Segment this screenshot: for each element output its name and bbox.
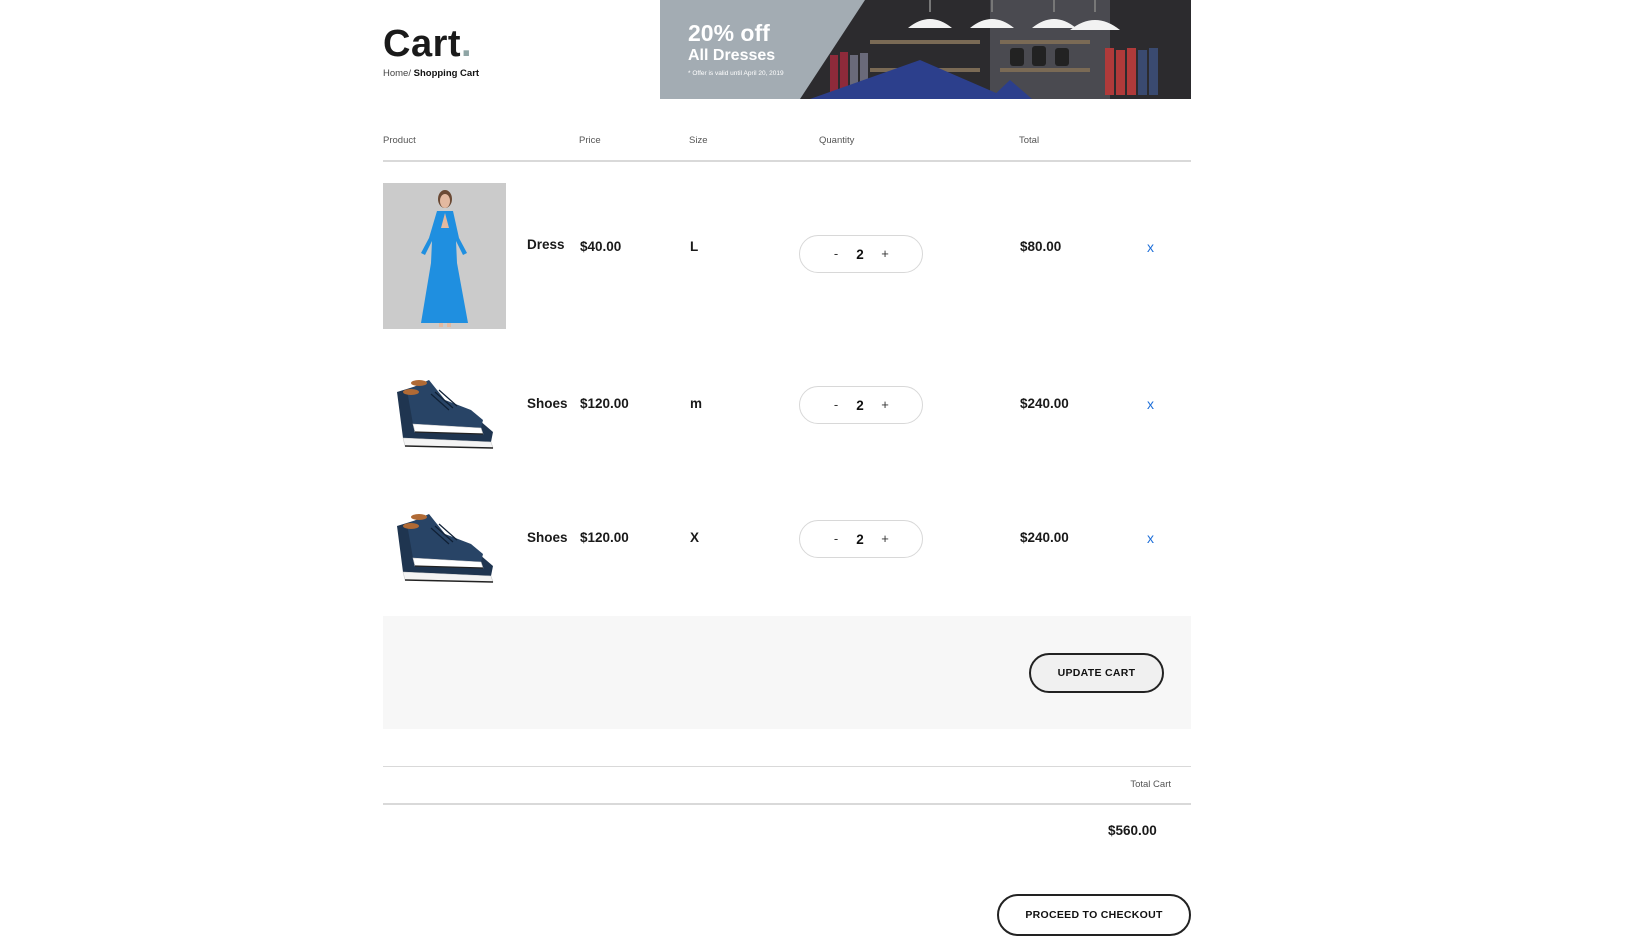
banner-note: * Offer is valid until April 20, 2019 (688, 70, 784, 77)
increase-quantity-button[interactable]: + (877, 244, 893, 264)
quantity-stepper: - + (799, 386, 923, 424)
product-image[interactable] (383, 183, 506, 329)
cart-row: Shoes $120.00 X - + $240.00 x (383, 484, 1191, 594)
cart-actions-panel: UPDATE CART (383, 616, 1191, 729)
cart-table-header: Product Price Size Quantity Total (383, 130, 1191, 162)
quantity-stepper: - + (799, 235, 923, 273)
column-header-price: Price (579, 135, 601, 146)
totals-divider-bottom (383, 803, 1191, 805)
cart-row: Dress $40.00 L - + $80.00 x (383, 183, 1191, 330)
increase-quantity-button[interactable]: + (877, 395, 893, 415)
increase-quantity-button[interactable]: + (877, 529, 893, 549)
product-name[interactable]: Shoes (527, 530, 568, 545)
product-total: $80.00 (1020, 239, 1062, 254)
banner-text: 20% off All Dresses * Offer is valid unt… (688, 20, 784, 77)
product-image[interactable] (383, 484, 506, 594)
breadcrumb-home-link[interactable]: Home/ (383, 68, 411, 79)
product-size: L (690, 239, 699, 254)
sneakers-photo-icon (383, 484, 506, 594)
product-size: m (690, 396, 703, 411)
page-title: Cart. (383, 20, 472, 68)
update-cart-button[interactable]: UPDATE CART (1029, 653, 1164, 693)
quantity-input[interactable] (845, 529, 875, 549)
remove-item-button[interactable]: x (1147, 239, 1154, 255)
product-image[interactable] (383, 350, 506, 460)
product-price: $120.00 (580, 396, 629, 411)
quantity-stepper: - + (799, 520, 923, 558)
decrease-quantity-button[interactable]: - (828, 529, 844, 549)
promo-banner[interactable]: 20% off All Dresses * Offer is valid unt… (660, 0, 1191, 99)
product-size: X (690, 530, 700, 545)
product-total: $240.00 (1020, 396, 1069, 411)
banner-headline: 20% off (688, 20, 770, 46)
proceed-to-checkout-button[interactable]: PROCEED TO CHECKOUT (997, 894, 1191, 936)
total-cart-label: Total Cart (1130, 779, 1171, 790)
sneakers-photo-icon (383, 350, 506, 460)
product-price: $40.00 (580, 239, 622, 254)
column-header-total: Total (1019, 135, 1040, 146)
column-header-size: Size (689, 135, 708, 146)
product-price: $120.00 (580, 530, 629, 545)
product-name[interactable]: Shoes (527, 396, 568, 411)
banner-subheadline: All Dresses (688, 47, 776, 64)
decrease-quantity-button[interactable]: - (828, 395, 844, 415)
quantity-input[interactable] (845, 244, 875, 264)
remove-item-button[interactable]: x (1147, 530, 1154, 546)
column-header-quantity: Quantity (819, 135, 855, 146)
total-cart-value: $560.00 (1108, 823, 1157, 838)
breadcrumb: Home/ Shopping Cart (383, 68, 479, 79)
product-name[interactable]: Dress (527, 237, 565, 252)
cart-row: Shoes $120.00 m - + $240.00 x (383, 350, 1191, 460)
dress-photo-icon (383, 183, 506, 329)
page-title-text: Cart (383, 23, 462, 65)
breadcrumb-current: Shopping Cart (413, 68, 480, 79)
remove-item-button[interactable]: x (1147, 396, 1154, 412)
decrease-quantity-button[interactable]: - (828, 244, 844, 264)
column-header-product: Product (383, 135, 416, 146)
quantity-input[interactable] (845, 395, 875, 415)
title-dot: . (461, 23, 473, 65)
totals-divider: Total Cart (383, 766, 1191, 790)
product-total: $240.00 (1020, 530, 1069, 545)
